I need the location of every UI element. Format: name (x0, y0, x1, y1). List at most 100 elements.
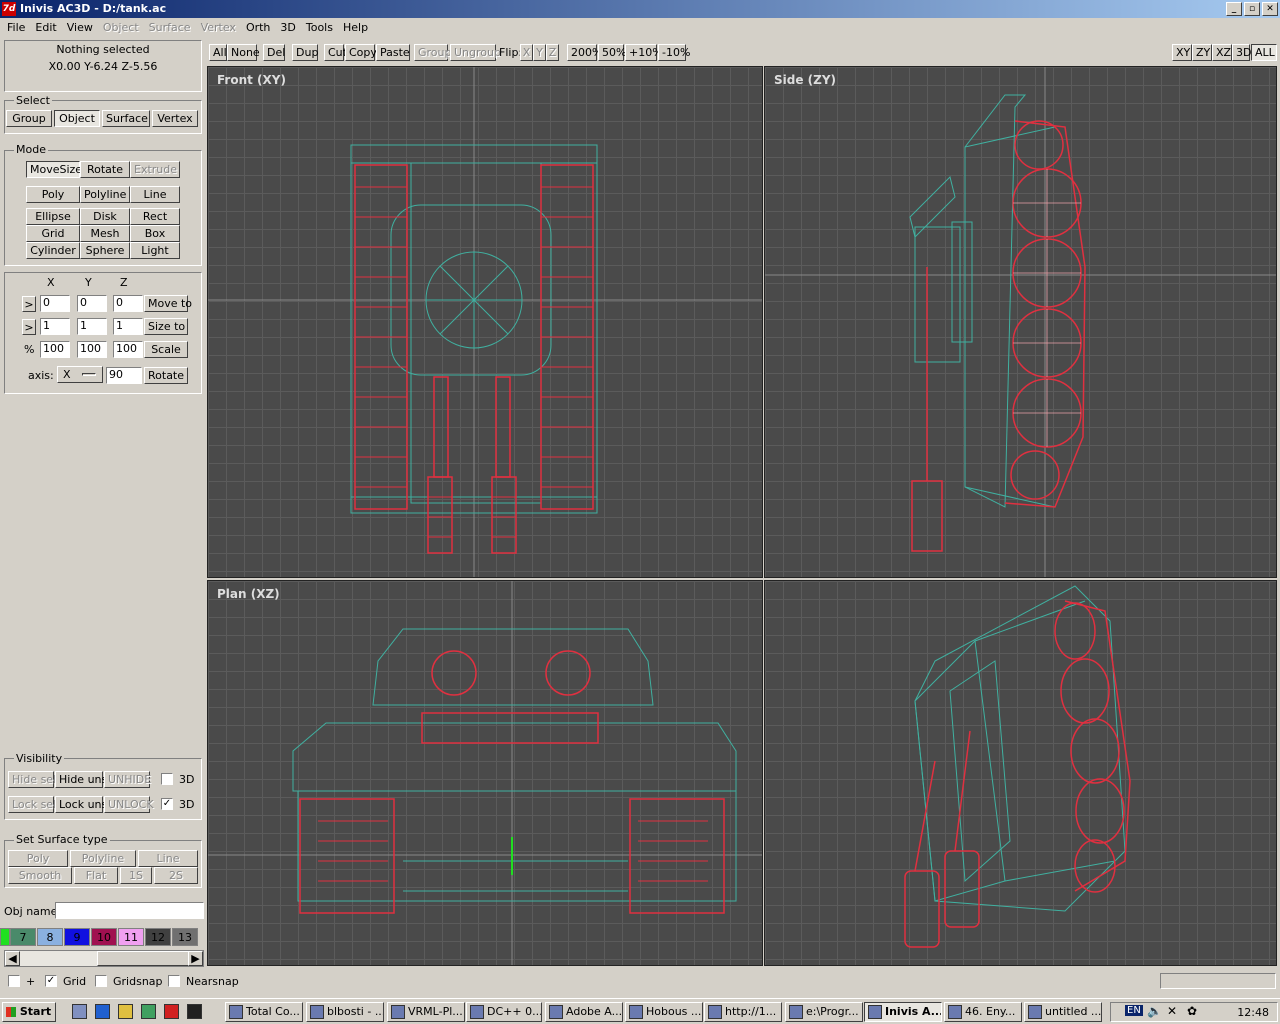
start-button[interactable]: Start (2, 1002, 56, 1022)
scale-x-input[interactable]: 100 (40, 341, 70, 358)
move-to-button[interactable]: Move to (144, 295, 192, 312)
color-swatch-13[interactable]: 13 (172, 928, 198, 946)
viewport-front[interactable]: Front (XY) (207, 66, 763, 578)
task-untitled[interactable]: untitled ... (1024, 1002, 1102, 1022)
toolbar-group-button[interactable]: Group (414, 44, 452, 61)
toolbar-paste-button[interactable]: Paste (376, 44, 410, 61)
task-dc-0[interactable]: DC++ 0... (466, 1002, 542, 1022)
surface-flat-button[interactable]: Flat (74, 867, 118, 884)
surface-poly-button[interactable]: Poly (8, 850, 68, 867)
color-swatch-7[interactable]: 7 (10, 928, 36, 946)
size-y-input[interactable]: 1 (77, 318, 107, 335)
viewport-3d[interactable] (764, 580, 1277, 966)
view-xy-button[interactable]: XY (1172, 44, 1192, 61)
scroll-thumb[interactable] (97, 951, 192, 966)
menu-help[interactable]: Help (338, 21, 373, 34)
rotate-angle-input[interactable]: 90 (106, 367, 142, 384)
task-blbosti[interactable]: blbosti - ... (306, 1002, 384, 1022)
toolbar-copy-button[interactable]: Copy (345, 44, 377, 61)
unhide-button[interactable]: UNHIDE (104, 771, 151, 788)
axis-dropdown[interactable]: X (57, 366, 103, 383)
minimize-button[interactable]: _ (1226, 2, 1242, 16)
surface-polyline-button[interactable]: Polyline (70, 850, 136, 867)
task-adobe-a[interactable]: Adobe A... (545, 1002, 623, 1022)
option-gridsnap-checkbox[interactable] (95, 975, 107, 987)
volume-icon[interactable]: 🔈 (1147, 1004, 1162, 1018)
palette-scrollbar[interactable]: ◀ ▶ (4, 950, 204, 967)
close-button[interactable]: ✕ (1262, 2, 1278, 16)
mode-poly-button[interactable]: Poly (26, 186, 80, 203)
viewport-side[interactable]: Side (ZY) (764, 66, 1277, 578)
obj-name-input[interactable] (55, 902, 204, 919)
move-y-input[interactable]: 0 (77, 295, 107, 312)
toolbar-del-button[interactable]: Del (263, 44, 285, 61)
opera-icon[interactable] (164, 1004, 179, 1019)
view-zy-button[interactable]: ZY (1192, 44, 1212, 61)
view-3d-button[interactable]: 3D (1232, 44, 1251, 61)
mode-mesh-button[interactable]: Mesh (80, 225, 130, 242)
menu-file[interactable]: File (2, 21, 30, 34)
select-vertex-button[interactable]: Vertex (152, 110, 198, 127)
move-x-input[interactable]: 0 (40, 295, 70, 312)
color-swatch-10[interactable]: 10 (91, 928, 117, 946)
view-xz-button[interactable]: XZ (1212, 44, 1232, 61)
flip-z-button[interactable]: Z (546, 44, 559, 61)
menu-edit[interactable]: Edit (30, 21, 61, 34)
task-total-co[interactable]: Total Co... (225, 1002, 303, 1022)
scroll-right-icon[interactable]: ▶ (188, 951, 203, 966)
maximize-button[interactable]: ▫ (1244, 2, 1260, 16)
flip-x-button[interactable]: X (520, 44, 533, 61)
size-arrow-button[interactable]: > (22, 319, 36, 335)
unlock-button[interactable]: UNLOCK (104, 796, 154, 813)
toolbar-all-button[interactable]: All (209, 44, 227, 61)
menu-tools[interactable]: Tools (301, 21, 338, 34)
flip-y-button[interactable]: Y (533, 44, 546, 61)
zoom-200-button[interactable]: 200% (567, 44, 602, 61)
unlock-3d-checkbox[interactable]: ✓ (161, 798, 173, 810)
toolbar-none-button[interactable]: None (227, 44, 260, 61)
select-object-button[interactable]: Object (54, 110, 100, 127)
task-46-eny[interactable]: 46. Eny... (944, 1002, 1022, 1022)
zoom-50-button[interactable]: 50% (598, 44, 626, 61)
mode-box-button[interactable]: Box (130, 225, 180, 242)
color-swatch-12[interactable]: 12 (145, 928, 171, 946)
zoom-10-button[interactable]: -10% (658, 44, 690, 61)
task-hobous[interactable]: Hobous ... (625, 1002, 703, 1022)
option-item-checkbox[interactable] (8, 975, 20, 987)
toolbar-dup-button[interactable]: Dup (292, 44, 318, 61)
hide-sel-button[interactable]: Hide sel (8, 771, 56, 788)
mode-movesize-button[interactable]: MoveSize (26, 161, 82, 178)
ie-icon[interactable] (95, 1004, 110, 1019)
color-swatch-current[interactable] (0, 928, 10, 946)
menu-orth[interactable]: Orth (241, 21, 275, 34)
color-swatch-8[interactable]: 8 (37, 928, 63, 946)
mode-ellipse-button[interactable]: Ellipse (26, 208, 80, 225)
size-z-input[interactable]: 1 (113, 318, 143, 335)
zoom-10-button[interactable]: +10% (625, 44, 663, 61)
color-swatch-11[interactable]: 11 (118, 928, 144, 946)
scale-y-input[interactable]: 100 (77, 341, 107, 358)
hide-uns-button[interactable]: Hide uns (55, 771, 107, 788)
surface-line-button[interactable]: Line (138, 850, 198, 867)
scale-button[interactable]: Scale (144, 341, 188, 358)
app-icon[interactable] (141, 1004, 156, 1019)
size-x-input[interactable]: 1 (40, 318, 70, 335)
size-to-button[interactable]: Size to (144, 318, 188, 335)
mode-disk-button[interactable]: Disk (80, 208, 130, 225)
mode-rect-button[interactable]: Rect (130, 208, 180, 225)
select-group-button[interactable]: Group (6, 110, 52, 127)
select-surface-button[interactable]: Surface (102, 110, 150, 127)
move-arrow-button[interactable]: > (22, 296, 36, 312)
mode-polyline-button[interactable]: Polyline (80, 186, 130, 203)
menu-3d[interactable]: 3D (275, 21, 300, 34)
network-icon[interactable]: ✕ (1167, 1004, 1177, 1018)
toolbar-cut-button[interactable]: Cut (324, 44, 347, 61)
lock-uns-button[interactable]: Lock uns (55, 796, 107, 813)
menu-view[interactable]: View (62, 21, 98, 34)
lock-sel-button[interactable]: Lock sel (8, 796, 56, 813)
outlook-icon[interactable] (118, 1004, 133, 1019)
toolbar-ungroup-button[interactable]: Ungroup (450, 44, 501, 61)
option-nearsnap-checkbox[interactable] (168, 975, 180, 987)
surface-smooth-button[interactable]: Smooth (8, 867, 72, 884)
menu-vertex[interactable]: Vertex (196, 21, 241, 34)
